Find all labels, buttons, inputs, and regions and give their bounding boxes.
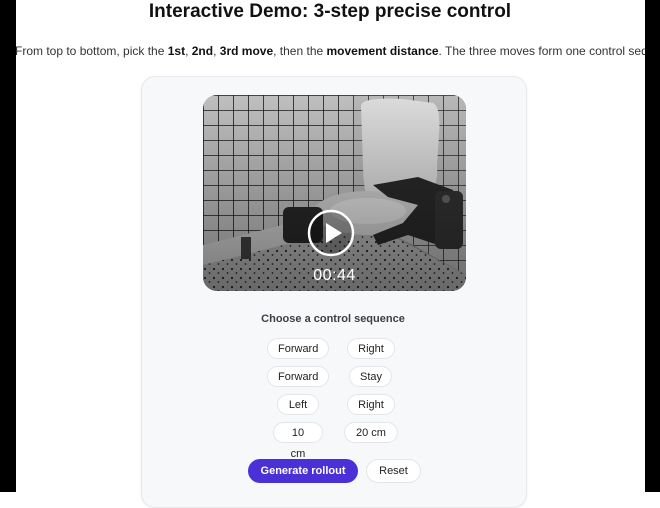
intro-third: 3rd move	[219, 44, 274, 58]
move3-option-left[interactable]: Left	[277, 394, 319, 415]
intro-first: 1st	[167, 44, 186, 58]
move1-option-forward[interactable]: Forward	[267, 338, 329, 359]
intro-distance: movement distance	[326, 44, 439, 58]
intro-sep1: ,	[185, 44, 192, 58]
intro-middle: , then the	[273, 44, 327, 58]
move2-option-forward[interactable]: Forward	[267, 366, 329, 387]
distance-option-10cm[interactable]: 10 cm	[273, 422, 323, 460]
page-title: Interactive Demo: 3-step precise control	[148, 1, 512, 22]
move2-option-stay[interactable]: Stay	[349, 366, 392, 387]
intro-suffix: . The three moves form one control seque…	[438, 44, 645, 58]
move1-option-right[interactable]: Right	[347, 338, 395, 359]
move3-option-right[interactable]: Right	[347, 394, 395, 415]
video-frame	[203, 95, 466, 291]
intro-text: From top to bottom, pick the 1st, 2nd, 3…	[15, 44, 645, 58]
control-sequence-heading: Choose a control sequence	[261, 313, 405, 325]
intro-second: 2nd	[191, 44, 214, 58]
video-duration: 00:44	[313, 267, 356, 284]
intro-sep2: ,	[213, 44, 220, 58]
reset-button[interactable]: Reset	[366, 459, 421, 483]
generate-rollout-button[interactable]: Generate rollout	[248, 459, 358, 483]
left-black-border	[0, 0, 16, 492]
video-player[interactable]: 00:44	[203, 95, 466, 291]
distance-option-20cm[interactable]: 20 cm	[344, 422, 398, 443]
right-black-border	[645, 0, 660, 492]
play-icon[interactable]	[307, 209, 355, 257]
intro-prefix: From top to bottom, pick the	[15, 44, 168, 58]
